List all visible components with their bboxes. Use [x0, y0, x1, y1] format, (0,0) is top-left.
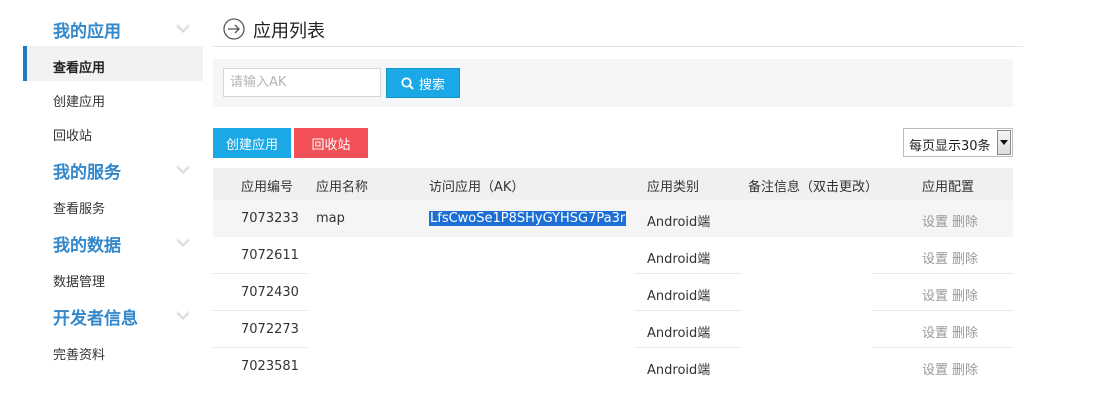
app-type: Android端	[647, 289, 711, 304]
sidebar-item-complete-profile[interactable]: 完善资料	[53, 344, 105, 363]
search-panel: 搜索	[213, 59, 1013, 107]
settings-link[interactable]: 设置	[922, 322, 948, 341]
delete-link[interactable]: 删除	[952, 359, 978, 378]
table-row: 7072611 Android端 设置 删除	[213, 237, 1013, 274]
sidebar-item-view-apps[interactable]: 查看应用	[53, 57, 105, 76]
app-type: Android端	[647, 363, 711, 378]
settings-link[interactable]: 设置	[922, 359, 948, 378]
sidebar-item-view-services[interactable]: 查看服务	[53, 198, 105, 217]
column-header-app-id: 应用编号	[241, 180, 294, 195]
sidebar-section-developer-info[interactable]: 开发者信息	[53, 304, 138, 329]
delete-link[interactable]: 删除	[952, 248, 978, 267]
sidebar-section-my-data[interactable]: 我的数据	[53, 231, 121, 256]
sidebar-item-recycle-bin[interactable]: 回收站	[53, 125, 92, 144]
app-id: 7073233	[241, 211, 299, 226]
page-size-select[interactable]: 每页显示30条	[903, 128, 1013, 157]
table-row: 7073233 map LfsCwoSe1P8SHyGYHSG7Pa3r And…	[213, 200, 1013, 237]
delete-link[interactable]: 删除	[952, 285, 978, 304]
app-type: Android端	[647, 252, 711, 267]
column-header-app-type: 应用类别	[647, 180, 700, 195]
chevron-down-icon[interactable]	[176, 165, 190, 175]
app-name: map	[316, 211, 345, 226]
ak-search-input[interactable]	[223, 68, 381, 97]
table-row: 7072430 Android端 设置 删除	[213, 274, 1013, 311]
sidebar-item-data-management[interactable]: 数据管理	[53, 271, 105, 290]
chevron-down-icon[interactable]	[176, 311, 190, 321]
app-id: 7072430	[241, 285, 299, 300]
search-icon	[401, 76, 414, 90]
app-id: 7023581	[241, 359, 299, 374]
app-type: Android端	[647, 215, 711, 230]
app-type: Android端	[647, 326, 711, 341]
table-row: 7072273 Android端 设置 删除	[213, 311, 1013, 348]
settings-link[interactable]: 设置	[922, 248, 948, 267]
app-id: 7072611	[241, 248, 299, 263]
sidebar-item-create-app[interactable]: 创建应用	[53, 91, 105, 110]
column-header-ak: 访问应用（AK）	[429, 180, 525, 195]
sidebar: 我的应用 查看应用 创建应用 回收站 我的服务 查看服务 我的数据 数据管理 开…	[23, 0, 203, 393]
settings-link[interactable]: 设置	[922, 211, 948, 230]
settings-link[interactable]: 设置	[922, 285, 948, 304]
chevron-down-icon[interactable]	[176, 238, 190, 248]
create-app-button[interactable]: 创建应用	[213, 128, 291, 158]
table-row: 7023581 Android端 设置 删除	[213, 348, 1013, 385]
column-header-note: 备注信息（双击更改）	[748, 180, 879, 195]
chevron-down-icon[interactable]	[176, 24, 190, 34]
sidebar-section-my-apps[interactable]: 我的应用	[53, 17, 121, 42]
sidebar-active-indicator	[23, 46, 203, 81]
app-ak[interactable]: LfsCwoSe1P8SHyGYHSG7Pa3r	[429, 211, 627, 226]
recycle-bin-button[interactable]: 回收站	[294, 128, 368, 158]
search-button[interactable]: 搜索	[386, 68, 460, 98]
delete-link[interactable]: 删除	[952, 211, 978, 230]
arrow-right-circle-icon	[223, 18, 245, 40]
page-header: 应用列表	[213, 16, 1023, 47]
table-header: 应用编号 应用名称 访问应用（AK） 应用类别 备注信息（双击更改） 应用配置	[213, 168, 1013, 200]
apps-table: 应用编号 应用名称 访问应用（AK） 应用类别 备注信息（双击更改） 应用配置 …	[213, 168, 1013, 385]
app-id: 7072273	[241, 322, 299, 337]
column-header-config: 应用配置	[922, 180, 975, 195]
sidebar-section-my-services[interactable]: 我的服务	[53, 158, 121, 183]
delete-link[interactable]: 删除	[952, 322, 978, 341]
page-size-value: 每页显示30条	[909, 139, 991, 154]
dropdown-arrow-icon[interactable]	[997, 130, 1011, 155]
search-button-label: 搜索	[418, 77, 445, 93]
column-header-app-name: 应用名称	[316, 180, 369, 195]
page-title: 应用列表	[253, 21, 325, 42]
